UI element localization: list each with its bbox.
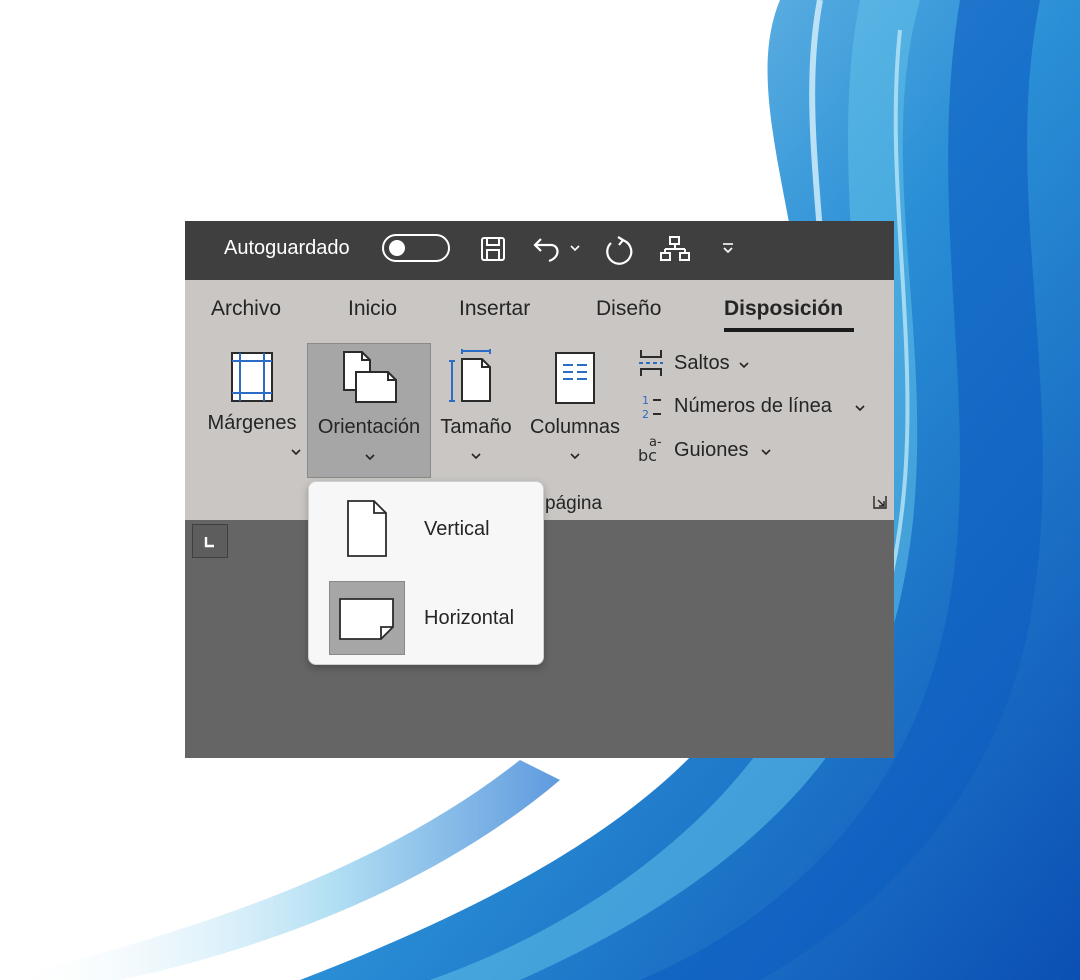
margins-button[interactable]: Márgenes xyxy=(202,339,302,464)
toggle-off-icon xyxy=(389,240,405,256)
chevron-down-icon xyxy=(855,405,865,412)
chevron-down-icon xyxy=(365,454,375,461)
orientation-dropdown-menu: Vertical Horizontal xyxy=(308,481,544,665)
tab-diseno[interactable]: Diseño xyxy=(596,297,661,321)
orientation-label: Orientación xyxy=(317,416,421,438)
orientation-option-label: Horizontal xyxy=(424,607,515,629)
autosave-toggle[interactable] xyxy=(382,234,450,262)
orientation-icon xyxy=(343,351,397,403)
orientation-option-horizontal[interactable]: Horizontal xyxy=(329,581,529,657)
tab-archivo[interactable]: Archivo xyxy=(211,297,281,321)
chevron-down-icon xyxy=(739,362,749,369)
title-bar: Autoguardado xyxy=(185,221,894,280)
columns-button[interactable]: Columnas xyxy=(525,339,625,464)
margins-icon xyxy=(231,352,273,402)
tab-disposicion[interactable]: Disposición xyxy=(724,297,843,321)
autosave-label: Autoguardado xyxy=(224,237,350,259)
tab-insertar[interactable]: Insertar xyxy=(459,297,530,321)
portrait-page-icon xyxy=(347,500,387,557)
chevron-down-icon[interactable] xyxy=(569,243,581,253)
line-numbers-label: Números de línea xyxy=(674,395,832,417)
tab-inicio[interactable]: Inicio xyxy=(348,297,397,321)
org-chart-icon[interactable] xyxy=(659,235,691,265)
hyphenation-label: Guiones xyxy=(674,439,749,461)
save-icon[interactable] xyxy=(479,235,507,263)
svg-text:2: 2 xyxy=(642,408,649,421)
landscape-page-icon xyxy=(339,598,394,640)
svg-text:bc: bc xyxy=(638,446,657,465)
chevron-down-icon xyxy=(761,449,771,456)
breaks-icon xyxy=(639,350,663,376)
columns-label: Columnas xyxy=(529,416,621,438)
orientation-option-label: Vertical xyxy=(424,518,490,540)
columns-icon xyxy=(555,352,595,404)
margins-label: Márgenes xyxy=(207,412,297,434)
customize-toolbar-icon[interactable] xyxy=(721,241,735,255)
size-label: Tamaño xyxy=(440,416,512,438)
page-setup-group-label: página xyxy=(545,493,603,514)
size-button[interactable]: Tamaño xyxy=(435,339,517,464)
dialog-launcher-icon[interactable] xyxy=(873,495,887,509)
undo-icon[interactable] xyxy=(531,235,565,263)
hyphenation-icon: a- bc xyxy=(638,435,662,465)
line-numbers-icon: 1 2 xyxy=(642,394,661,421)
breaks-label: Saltos xyxy=(674,352,730,374)
orientation-option-vertical[interactable]: Vertical xyxy=(329,493,529,567)
active-tab-indicator xyxy=(724,328,854,332)
tab-selector-button[interactable] xyxy=(192,524,228,558)
left-tab-stop-icon xyxy=(204,537,214,548)
chevron-down-icon xyxy=(570,453,580,460)
redo-icon[interactable] xyxy=(602,235,634,267)
orientation-button[interactable]: Orientación xyxy=(307,343,431,478)
chevron-down-icon xyxy=(471,453,481,460)
svg-text:1: 1 xyxy=(642,394,649,407)
size-icon xyxy=(449,349,491,402)
